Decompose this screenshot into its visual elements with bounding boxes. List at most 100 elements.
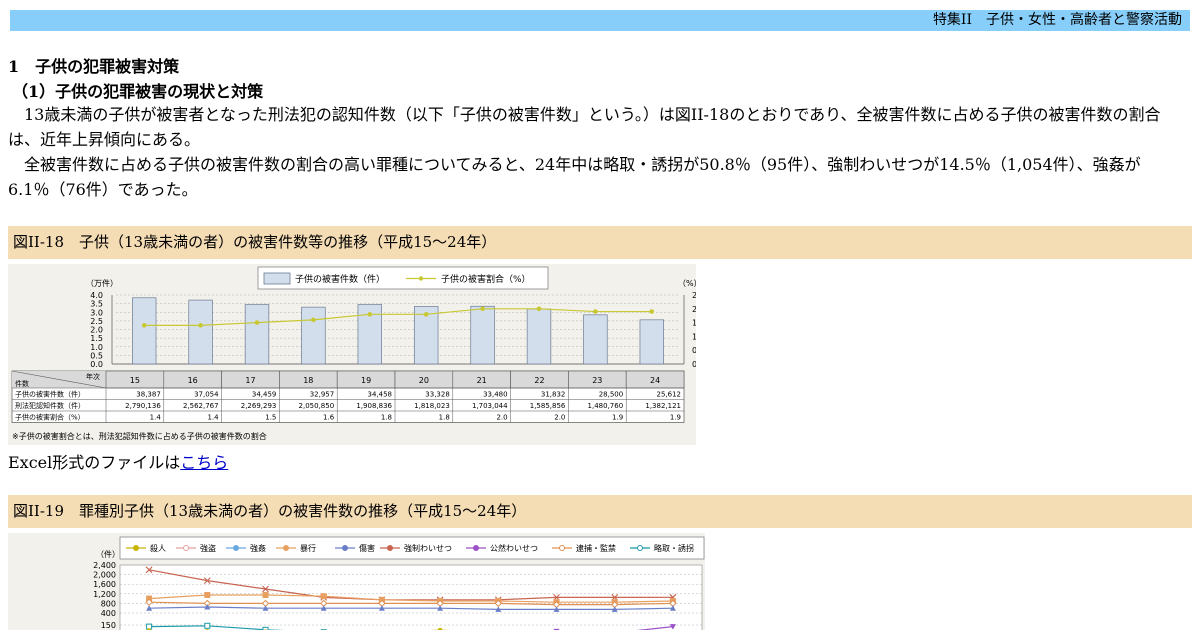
table-cell: 1,480,760 (588, 402, 624, 410)
table-cell: 32,957 (310, 391, 335, 399)
legend-label: 強盗 (200, 543, 216, 553)
bar (470, 305, 495, 365)
series-point (204, 622, 211, 629)
table-cell: 37,054 (194, 391, 219, 399)
legend-marker (233, 545, 239, 551)
table-header-year: 21 (477, 376, 487, 385)
table-cell: 1.5 (265, 414, 276, 422)
table-cell: 1,908,836 (356, 402, 392, 410)
ratio-point (480, 306, 485, 312)
table-corner-bottom: 件数 (15, 379, 29, 388)
bar (583, 314, 608, 365)
paragraph: 13歳未満の子供が被害者となった刑法犯の認知件数（以下「子供の被害件数」という。… (8, 105, 1161, 149)
table-cell: 1.8 (381, 414, 392, 422)
right-tick-label: 2.0 (692, 305, 696, 314)
figure-title: 図II-19 罪種別子供（13歳未満の者）の被害件数の推移（平成15～24年） (8, 495, 1192, 528)
table-cell: 1.8 (439, 414, 450, 422)
bar (301, 306, 326, 365)
table-header-year: 17 (245, 376, 255, 385)
legend-bar-swatch (263, 272, 291, 285)
table-cell: 34,459 (252, 391, 277, 399)
right-tick-label: 0.0 (692, 360, 696, 369)
legend-marker (473, 545, 479, 551)
table-cell: 33,328 (425, 391, 450, 399)
table-cell: 2,790,136 (125, 402, 161, 410)
legend-marker (133, 545, 139, 551)
y-tick-label: 1,600 (93, 580, 116, 589)
table-cell: 1,703,044 (472, 402, 508, 410)
table-header-year: 23 (592, 376, 602, 385)
table-row-label: 刑法犯認知件数（件） (15, 401, 85, 410)
table-header-year: 15 (130, 376, 140, 385)
table-cell: 2,269,293 (241, 402, 277, 410)
table-row-label: 子供の被害件数（件） (15, 390, 85, 399)
ratio-line (144, 308, 652, 326)
series-point (320, 593, 327, 600)
ratio-point (367, 312, 373, 317)
legend-line-marker (418, 276, 424, 281)
legend-marker (283, 545, 289, 551)
right-axis-unit: （%） (678, 279, 696, 288)
section-heading: 1 子供の犯罪被害対策 (8, 57, 180, 76)
excel-link[interactable]: こちら (180, 453, 228, 472)
ratio-point (593, 309, 598, 314)
table-row-label: 子供の被害割合（%） (15, 413, 85, 422)
section-header-bar: 特集II 子供・女性・高齢者と警察活動 (10, 10, 1190, 31)
legend-label: 略取・誘拐 (654, 543, 694, 553)
section-label: 特集II 子供・女性・高齢者と警察活動 (932, 12, 1182, 28)
legend-label: 暴行 (300, 543, 316, 553)
y-tick-label: 2,000 (93, 571, 116, 580)
table-cell: 34,458 (368, 391, 393, 399)
table-cell: 2,050,850 (299, 402, 335, 410)
table-cell: 28,500 (599, 391, 624, 399)
left-axis-unit: （万件） (86, 278, 118, 288)
table-header-year: 22 (534, 376, 544, 385)
y-axis-unit: （件） (96, 549, 120, 559)
ratio-point (649, 309, 655, 314)
ratio-point (254, 320, 260, 325)
table-cell: 1.9 (612, 414, 623, 422)
legend-label: 傷害 (359, 543, 375, 553)
right-tick-label: 1.5 (692, 319, 696, 328)
table-header-year: 20 (419, 376, 429, 385)
series-point (204, 592, 211, 598)
legend-label: 強制わいせつ (404, 543, 452, 553)
legend-marker (559, 545, 565, 551)
table-header-year: 19 (361, 376, 371, 385)
table-header-year: 24 (650, 376, 660, 385)
table-header-year: 16 (188, 376, 198, 385)
table-cell: 1.9 (670, 414, 681, 422)
table-cell: 1.4 (150, 414, 162, 422)
right-tick-label: 1.0 (692, 332, 696, 341)
table-corner-top: 年次 (86, 372, 100, 381)
bar (639, 319, 664, 365)
legend-marker (387, 545, 393, 551)
table-cell: 25,612 (657, 391, 682, 399)
legend-label: 強姦 (250, 543, 266, 553)
table-cell: 31,832 (541, 391, 566, 399)
legend-label: 逮捕・監禁 (576, 543, 616, 553)
legend-label: 公然わいせつ (490, 543, 538, 553)
bar (132, 297, 157, 365)
legend-label: 子供の被害件数（件） (295, 273, 385, 285)
table-cell: 2,562,767 (183, 402, 219, 410)
table-header-year: 18 (303, 376, 313, 385)
subsection-heading: （1）子供の犯罪被害の現状と対策 (12, 82, 264, 101)
y-tick-label: 2,400 (93, 561, 116, 570)
table-cell: 2.0 (496, 414, 507, 422)
y-tick-label: 800 (101, 599, 116, 608)
figure19-chart: 殺人 強盗 強姦 暴行 傷害 強制わいせつ 公然わいせつ 逮捕・監禁 略取・誘拐 （件） 2,400… (8, 533, 705, 630)
legend-marker (637, 545, 643, 551)
ratio-point (423, 312, 429, 317)
table-cell: 1,585,856 (530, 402, 566, 410)
ratio-point (198, 323, 203, 328)
legend-marker (183, 545, 189, 551)
legend-marker (342, 545, 348, 551)
table-cell: 2.0 (554, 414, 565, 422)
legend-label: 子供の被害割合（%） (441, 273, 531, 285)
series-point (262, 592, 269, 598)
table-cell: 38,387 (136, 391, 161, 399)
ratio-point (536, 306, 542, 312)
right-tick-label: 0.5 (692, 346, 696, 355)
right-tick-label: 2.5 (692, 291, 696, 300)
